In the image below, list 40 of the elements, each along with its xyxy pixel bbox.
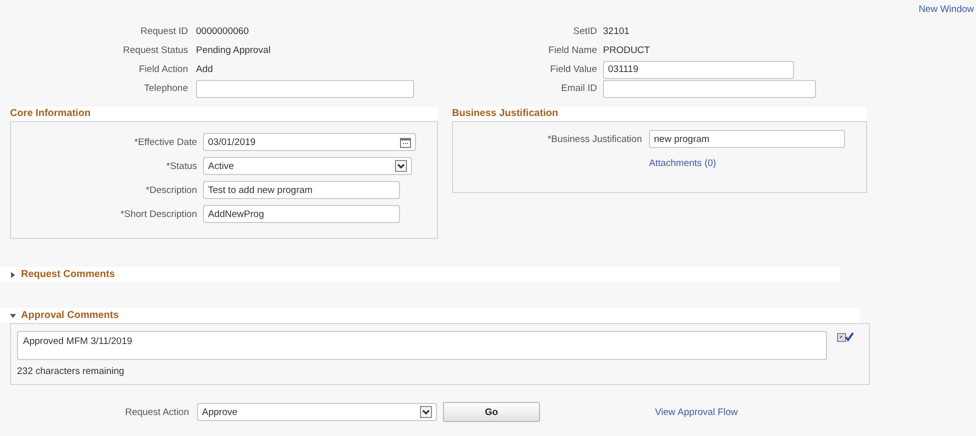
comment-textarea[interactable]: Approved MFM 3/11/2019 bbox=[17, 331, 827, 360]
section-header: Core Information bbox=[10, 107, 438, 121]
field-value: 0000000060 bbox=[196, 26, 249, 37]
date-field[interactable]: 03/01/2019 bbox=[203, 133, 416, 151]
collapsible-header[interactable]: Approval Comments bbox=[0, 308, 860, 323]
field-value: Pending Approval bbox=[196, 45, 270, 56]
input-field[interactable]: Test to add new program bbox=[203, 181, 400, 199]
calendar-icon[interactable] bbox=[400, 136, 411, 148]
input-field[interactable]: 031119 bbox=[603, 60, 794, 78]
input-field[interactable]: new program bbox=[649, 130, 845, 148]
go-button[interactable]: Go bbox=[443, 402, 540, 422]
field-label: Telephone bbox=[143, 83, 188, 94]
input-field[interactable] bbox=[603, 80, 816, 98]
field-label: *Business Justification bbox=[546, 134, 642, 144]
new-window-link[interactable]: New Window bbox=[918, 4, 974, 20]
field-value: 32101 bbox=[603, 26, 630, 37]
field-label: Field Value bbox=[549, 64, 597, 75]
characters-remaining-text: 232 characters remaining bbox=[17, 366, 124, 377]
input-field[interactable]: AddNewProg bbox=[203, 205, 400, 223]
section-header: Business Justification bbox=[452, 107, 867, 121]
field-label: Email ID bbox=[560, 83, 597, 94]
input-field[interactable] bbox=[196, 80, 414, 98]
field-value: PRODUCT bbox=[603, 45, 650, 56]
field-label: Field Name bbox=[547, 45, 597, 56]
field-label: *Status bbox=[165, 160, 197, 172]
request-action-dropdown[interactable]: Approve bbox=[197, 403, 437, 421]
field-label: SetID bbox=[572, 26, 597, 37]
field-label: *Effective Date bbox=[133, 136, 197, 148]
attachments-link[interactable]: Attachments (0) bbox=[649, 158, 866, 169]
field-label: Request ID bbox=[139, 26, 188, 37]
field-label: Field Action bbox=[138, 64, 188, 75]
field-value: Add bbox=[196, 64, 213, 75]
field-label: *Description bbox=[144, 184, 197, 196]
collapsible-header[interactable]: Request Comments bbox=[0, 267, 840, 282]
field-label: Request Status bbox=[122, 45, 188, 56]
spell-check-icon[interactable] bbox=[837, 331, 854, 343]
field-label: *Short Description bbox=[119, 208, 197, 220]
field-label: Request Action bbox=[124, 406, 189, 418]
view-approval-flow-link[interactable]: View Approval Flow bbox=[655, 406, 738, 418]
status-dropdown[interactable]: Active bbox=[203, 157, 412, 175]
